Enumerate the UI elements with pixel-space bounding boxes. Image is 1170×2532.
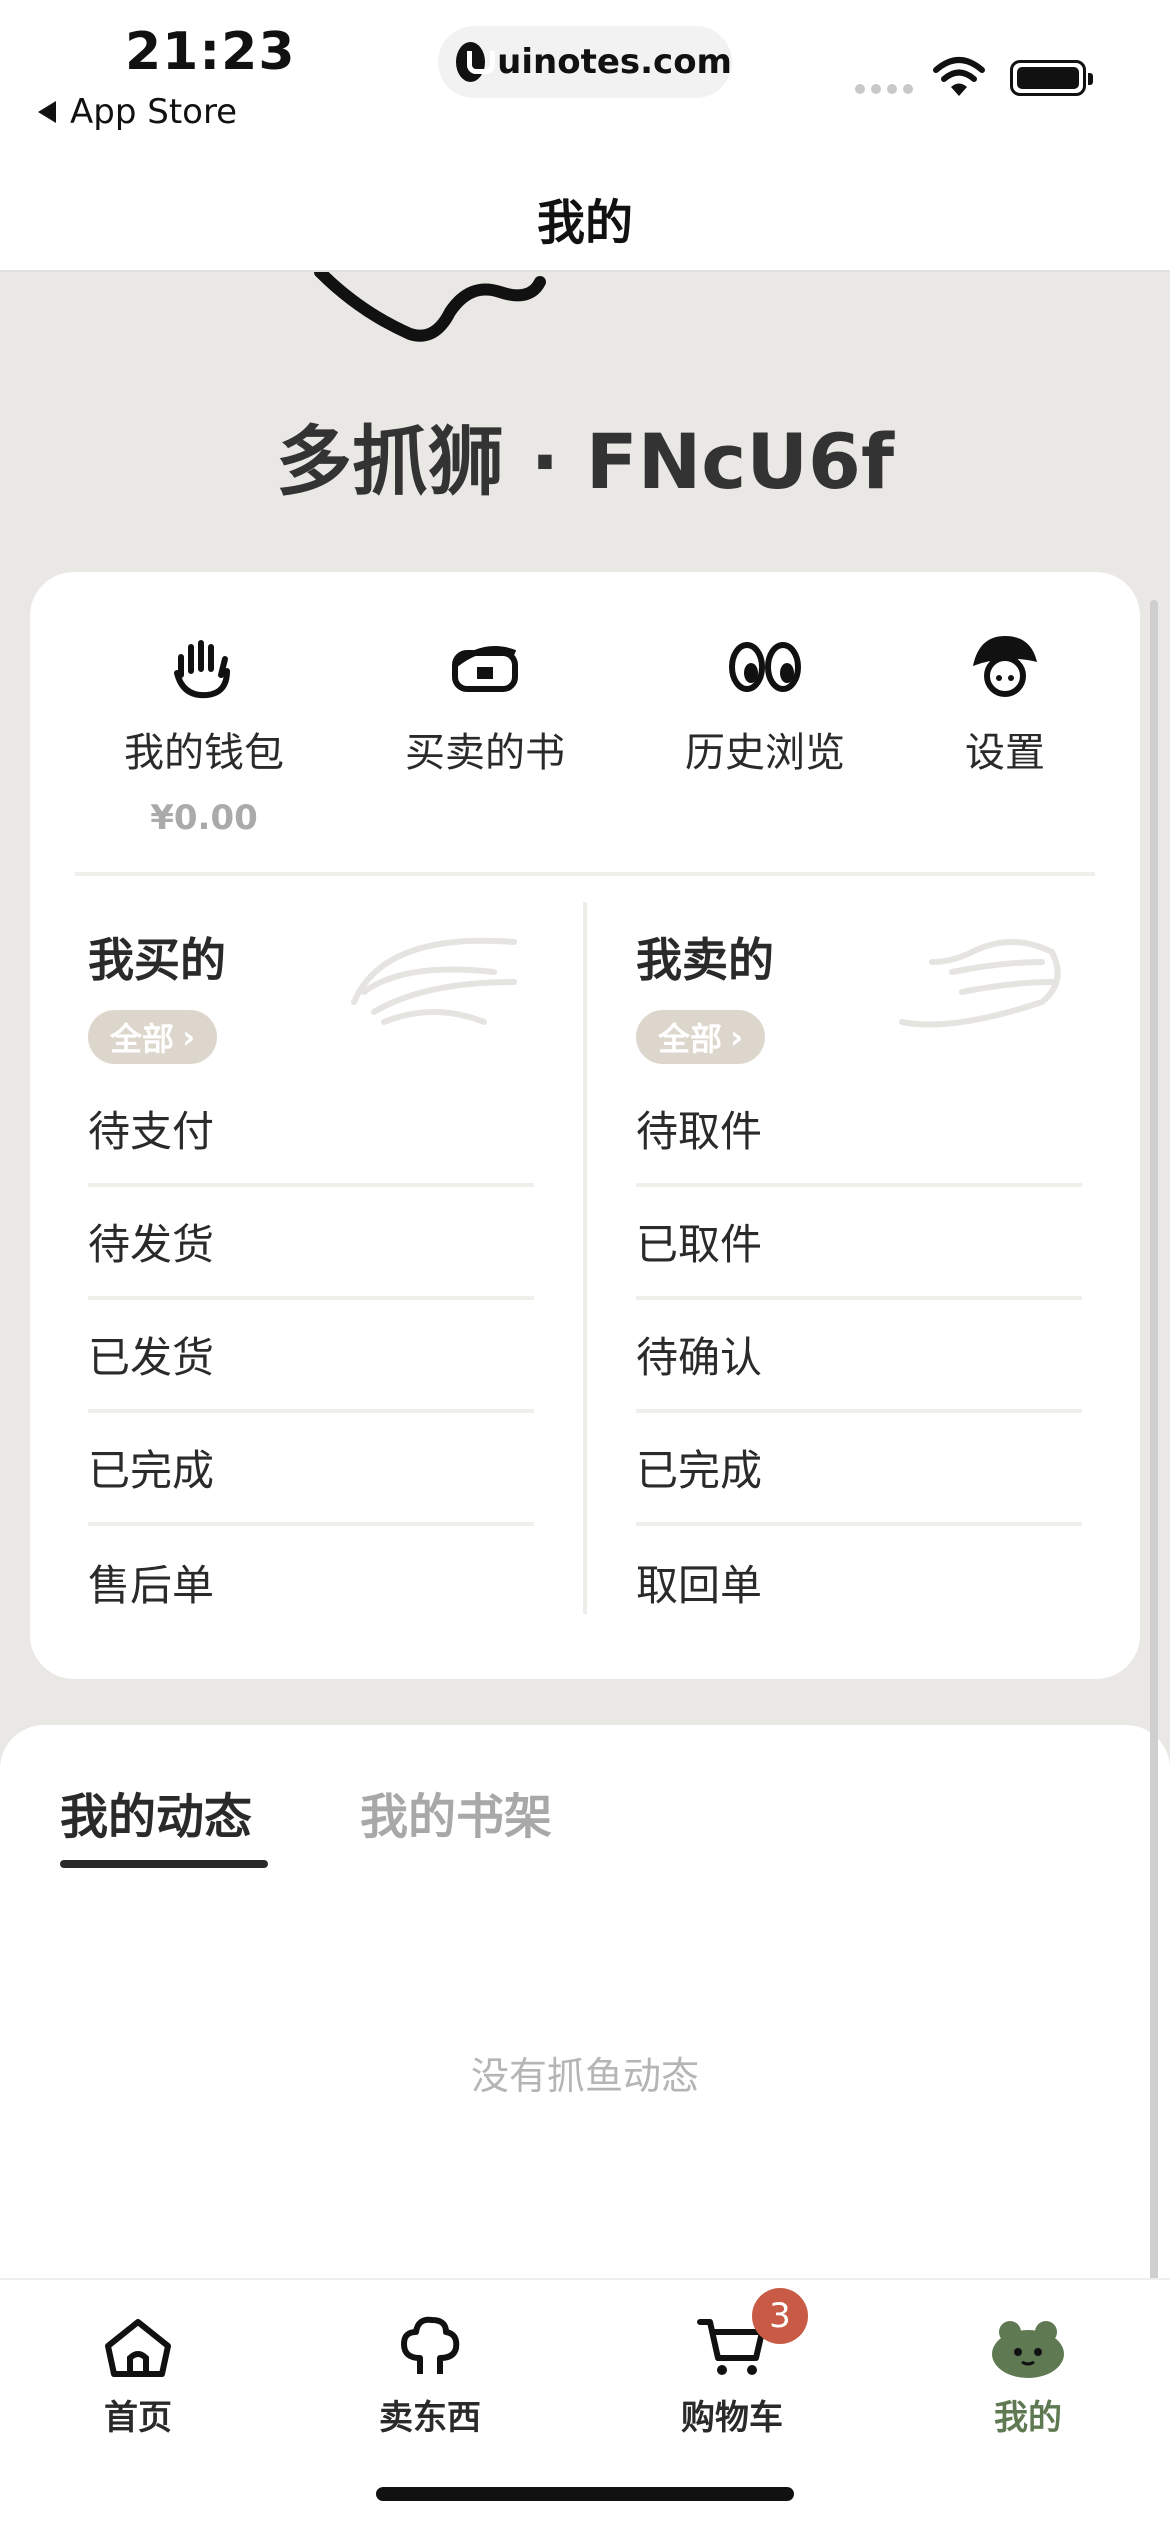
frog-icon: [992, 2321, 1064, 2378]
shortcut-label: 买卖的书: [405, 730, 565, 776]
home-indicator: [376, 2487, 794, 2501]
hat-avatar-icon: [973, 636, 1037, 697]
chevron-right-icon: ›: [730, 1018, 744, 1056]
tab-label: 卖东西: [379, 2398, 481, 2438]
nav-bar: 我的: [0, 165, 1170, 272]
tab-label: 购物车: [681, 2398, 783, 2438]
feed-panel: 我的动态 我的书架 没有抓鱼动态: [0, 1725, 1170, 2280]
status-time: 21:23: [125, 22, 296, 82]
bought-all-button[interactable]: 全部 ›: [88, 1010, 218, 1064]
tab-label: 我的: [994, 2398, 1062, 2438]
page-title: 我的: [536, 194, 633, 251]
battery-icon: [1010, 60, 1093, 96]
tab-label: 首页: [104, 2398, 172, 2438]
site-logo-icon: [456, 42, 496, 82]
url-pill[interactable]: uinotes.com: [438, 26, 732, 98]
list-item[interactable]: 已完成: [88, 1413, 534, 1526]
sold-list: 待取件 已取件 待确认 已完成 取回单: [636, 1074, 1082, 1639]
back-label: App Store: [70, 92, 238, 132]
username: 多抓狮 · FNcU6f: [275, 417, 895, 506]
all-label: 全部: [658, 1020, 723, 1058]
shortcut-history[interactable]: 历史浏览: [645, 632, 885, 778]
sold-all-button[interactable]: 全部 ›: [636, 1010, 766, 1064]
wallet-balance: ¥0.00: [150, 798, 258, 838]
status-bar: 21:23 App Store uinotes.com: [0, 0, 1170, 165]
tab-mine[interactable]: 我的: [928, 2300, 1128, 2439]
tab-cart[interactable]: 3 购物车: [632, 2288, 832, 2439]
list-item[interactable]: 待支付: [88, 1074, 534, 1187]
url-text: uinotes.com: [497, 42, 732, 82]
tab-my-bookshelf[interactable]: 我的书架: [360, 1777, 552, 1847]
bought-list: 待支付 待发货 已发货 已完成 售后单: [88, 1074, 534, 1639]
wing-decoration-icon: [351, 937, 517, 1025]
back-to-app-store[interactable]: App Store: [38, 92, 237, 132]
list-item[interactable]: 已发货: [88, 1300, 534, 1413]
divider: [583, 902, 587, 1614]
all-label: 全部: [110, 1020, 175, 1058]
home-icon: [105, 2319, 171, 2377]
list-item[interactable]: 待发货: [88, 1187, 534, 1300]
list-item[interactable]: 售后单: [88, 1526, 534, 1639]
list-item[interactable]: 已取件: [636, 1187, 1082, 1300]
cart-badge: 3: [752, 2288, 808, 2344]
tab-home[interactable]: 首页: [38, 2300, 238, 2439]
tree-icon: [401, 2316, 460, 2374]
tab-sell[interactable]: 卖东西: [330, 2300, 530, 2439]
active-tab-indicator: [60, 1860, 268, 1868]
list-item[interactable]: 已完成: [636, 1413, 1082, 1526]
tab-my-activity[interactable]: 我的动态: [60, 1777, 252, 1847]
shortcut-label: 历史浏览: [685, 730, 845, 776]
list-item[interactable]: 待确认: [636, 1300, 1082, 1413]
cellular-signal-icon: [855, 84, 913, 94]
shortcut-wallet[interactable]: 我的钱包 ¥0.00: [84, 632, 324, 838]
eyes-icon: [729, 642, 801, 692]
hand-decoration-icon: [899, 939, 1061, 1028]
wifi-icon: [933, 57, 985, 96]
divider: [75, 872, 1095, 876]
sold-section: 我卖的 全部 › 待取件 已取件 待确认 已完成 取回单: [636, 902, 1082, 1639]
shortcut-books[interactable]: 买卖的书: [365, 632, 605, 778]
book-icon: [452, 646, 518, 692]
shortcut-settings[interactable]: 设置: [885, 632, 1125, 778]
shortcut-label: 我的钱包: [124, 730, 284, 776]
list-item[interactable]: 取回单: [636, 1526, 1082, 1639]
empty-state-text: 没有抓鱼动态: [470, 2054, 699, 2098]
back-arrow-icon: [38, 101, 56, 123]
bought-section: 我买的 全部 › 待支付 待发货 已发货 已完成 售后单: [88, 902, 534, 1639]
shortcut-label: 设置: [965, 730, 1045, 776]
account-card: 我的钱包 ¥0.00 买卖的书 历史浏览 设置 我买的 全部 › 待支付 待发货…: [30, 572, 1140, 1679]
list-item[interactable]: 待取件: [636, 1074, 1082, 1187]
avatar-squiggle-icon: [314, 272, 546, 342]
shortcut-row: 我的钱包 ¥0.00 买卖的书 历史浏览 设置: [30, 572, 1140, 872]
hand-icon: [174, 640, 230, 699]
chevron-right-icon: ›: [182, 1018, 196, 1056]
scrollbar[interactable]: [1150, 600, 1158, 2350]
